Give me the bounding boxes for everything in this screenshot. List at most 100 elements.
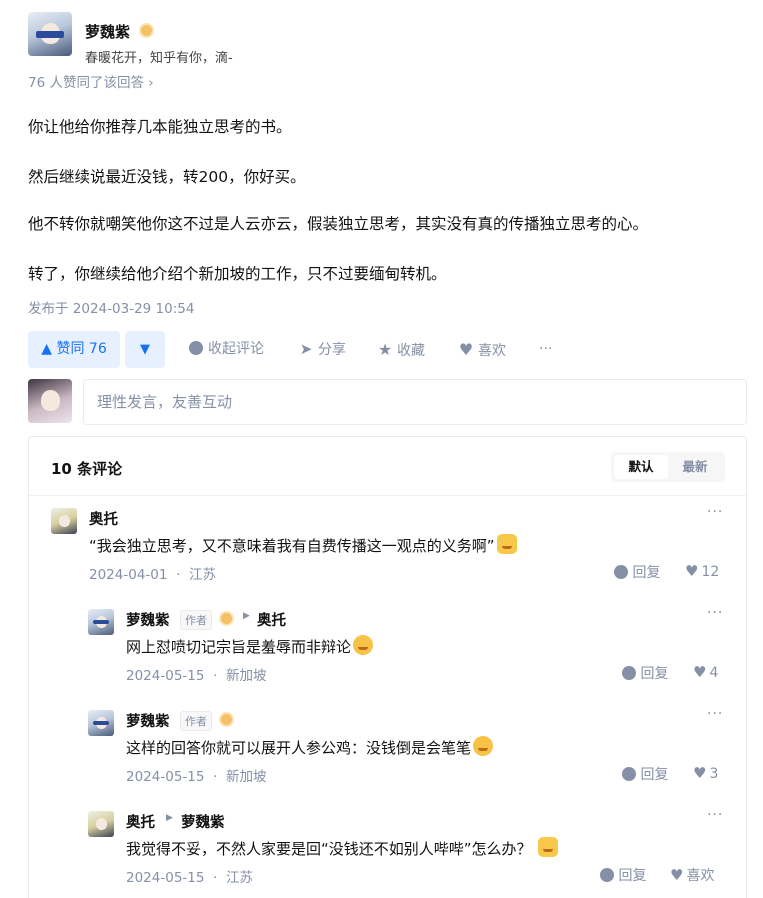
comment-like-button[interactable]: ♥ 4 xyxy=(693,663,718,681)
comment-bubble-icon xyxy=(600,868,614,882)
reply-item: 萝魏紫 作者 ··· 这样的回答你就可以展开人参公鸡：没钱倒是会笔笔 2024-… xyxy=(88,706,725,785)
reply-item: 奥托 ▶ 萝魏紫 ··· 我觉得不妥，不然人家要是回“没钱还不如别人哔哔”怎么办… xyxy=(88,807,725,886)
creator-badge-icon xyxy=(219,611,234,626)
favorite-button[interactable]: ★ 收藏 xyxy=(377,331,425,368)
comment-location: 新加坡 xyxy=(225,668,267,684)
comment-more-button[interactable]: ··· xyxy=(707,706,723,722)
commenter-avatar[interactable] xyxy=(88,609,114,635)
comment-text: 网上怼喷切记宗旨是羞辱而非辩论 xyxy=(126,635,374,657)
comment-like-button[interactable]: ♥ 12 xyxy=(685,562,719,580)
reply-to-name[interactable]: 奥托 xyxy=(257,609,286,630)
answer-paragraph: 你让他给你推荐几本能独立思考的书。 xyxy=(28,118,292,136)
creator-badge-icon xyxy=(139,23,154,38)
share-button[interactable]: ➤ 分享 xyxy=(298,331,346,368)
author-avatar[interactable] xyxy=(28,12,72,56)
collapse-comments-button[interactable]: 收起评论 xyxy=(188,331,264,368)
my-avatar xyxy=(28,379,72,423)
reply-label: 回复 xyxy=(640,767,669,783)
upvote-button[interactable]: ▲ 赞同 76 xyxy=(28,331,120,368)
commenter-avatar[interactable] xyxy=(88,811,114,837)
comment-meta: 2024-05-15 · 新加坡 xyxy=(126,765,266,785)
reply-button[interactable]: 回复 xyxy=(614,562,660,582)
favorite-label: 收藏 xyxy=(397,343,425,359)
reply-button[interactable]: 回复 xyxy=(622,663,668,683)
comment-date: 2024-05-15 xyxy=(126,870,205,886)
action-bar: ▲ 赞同 76 ▼ 收起评论 ➤ 分享 ★ 收藏 ♥ 喜欢 ··· xyxy=(28,331,728,368)
meta-separator: · xyxy=(176,567,181,583)
heart-icon: ♥ xyxy=(693,764,707,782)
reply-arrow-icon: ▶ xyxy=(243,611,250,621)
commenter-avatar[interactable] xyxy=(88,710,114,736)
reply-item: 萝魏紫 作者 ▶ 奥托 ··· 网上怼喷切记宗旨是羞辱而非辩论 2024-05-… xyxy=(88,605,725,684)
comment-meta: 2024-04-01 · 江苏 xyxy=(89,563,216,583)
author-tag: 作者 xyxy=(180,610,212,630)
star-icon: ★ xyxy=(377,340,393,359)
like-label: 喜欢 xyxy=(478,343,506,359)
cat-emoji-icon xyxy=(496,534,517,554)
sort-toggle: 默认 最新 xyxy=(611,452,725,482)
like-button[interactable]: ♥ 喜欢 xyxy=(458,331,506,368)
comment-like-button[interactable]: ♥ 3 xyxy=(693,764,718,782)
like-count: 4 xyxy=(709,665,719,681)
comment-more-button[interactable]: ··· xyxy=(707,504,723,520)
comment-bubble-icon xyxy=(614,565,628,579)
commenter-name[interactable]: 奥托 xyxy=(89,508,118,529)
comment-like-button[interactable]: ♥ 喜欢 xyxy=(670,865,714,885)
comment-item: 奥托 ··· “我会独立思考，又不意味着我有自费传播这一观点的义务啊” 2024… xyxy=(51,504,725,583)
comment-more-button[interactable]: ··· xyxy=(707,605,723,621)
reply-label: 回复 xyxy=(632,565,661,581)
meta-separator: · xyxy=(213,668,218,684)
divider xyxy=(29,495,746,496)
downvote-button[interactable]: ▼ xyxy=(125,331,165,368)
meta-separator: · xyxy=(213,769,218,785)
comment-input[interactable]: 理性发言，友善互动 xyxy=(83,379,747,425)
comments-count-title: 10 条评论 xyxy=(51,460,123,478)
voters-link[interactable]: 76 人赞同了该回答 › xyxy=(28,71,154,91)
reply-to-name[interactable]: 萝魏紫 xyxy=(181,811,225,832)
comment-meta: 2024-05-15 · 江苏 xyxy=(126,866,253,886)
like-label: 喜欢 xyxy=(686,868,715,884)
heart-icon: ♥ xyxy=(458,340,474,359)
paper-plane-icon: ➤ xyxy=(299,340,313,358)
comment-bubble-icon xyxy=(188,331,204,368)
creator-badge-icon xyxy=(219,712,234,727)
answer-paragraph: 转了，你继续给他介绍个新加坡的工作，只不过要缅甸转机。 xyxy=(28,265,447,283)
comment-text: 我觉得不妥，不然人家要是回“没钱还不如别人哔哔”怎么办？ xyxy=(126,837,559,859)
heart-icon: ♥ xyxy=(685,562,699,580)
comment-location: 江苏 xyxy=(225,870,253,886)
reply-label: 回复 xyxy=(640,666,669,682)
collapse-comments-label: 收起评论 xyxy=(208,341,264,357)
more-actions-button[interactable]: ··· xyxy=(539,331,552,368)
commenter-name[interactable]: 萝魏紫 xyxy=(126,710,170,731)
comment-bubble-icon xyxy=(622,767,636,781)
sort-default-tab[interactable]: 默认 xyxy=(614,455,668,479)
meta-separator: · xyxy=(213,870,218,886)
commenter-name[interactable]: 萝魏紫 xyxy=(126,609,170,630)
comment-date: 2024-04-01 xyxy=(89,567,168,583)
comment-date: 2024-05-15 xyxy=(126,769,205,785)
comment-location: 新加坡 xyxy=(225,769,267,785)
reply-button[interactable]: 回复 xyxy=(622,764,668,784)
publish-time: 发布于 2024-03-29 10:54 xyxy=(28,301,195,317)
author-tag: 作者 xyxy=(180,711,212,731)
author-bio: 春暖花开，知乎有你，滴- xyxy=(85,51,233,66)
comment-text-body: 我觉得不妥，不然人家要是回“没钱还不如别人哔哔”怎么办？ xyxy=(126,840,532,858)
author-name[interactable]: 萝魏紫 xyxy=(85,21,130,42)
answer-paragraph: 然后继续说最近没钱，转200，你好买。 xyxy=(28,168,306,186)
like-count: 3 xyxy=(709,766,719,782)
reply-arrow-icon: ▶ xyxy=(166,813,173,823)
commenter-avatar[interactable] xyxy=(51,508,77,534)
heart-icon: ♥ xyxy=(670,866,684,884)
comment-more-button[interactable]: ··· xyxy=(707,807,723,823)
comments-panel: 10 条评论 默认 最新 奥托 ··· “我会独立思考，又不意味着我有自费传播这… xyxy=(28,436,747,898)
reply-label: 回复 xyxy=(618,868,647,884)
share-label: 分享 xyxy=(318,342,346,358)
comment-text: 这样的回答你就可以展开人参公鸡：没钱倒是会笔笔 xyxy=(126,736,494,758)
cat-emoji-icon xyxy=(538,837,559,857)
reply-button[interactable]: 回复 xyxy=(600,865,646,885)
comment-location: 江苏 xyxy=(188,567,216,583)
like-count: 12 xyxy=(701,564,720,580)
sort-latest-tab[interactable]: 最新 xyxy=(668,455,722,479)
comment-text-body: 网上怼喷切记宗旨是羞辱而非辩论 xyxy=(126,638,352,656)
commenter-name[interactable]: 奥托 xyxy=(126,811,155,832)
